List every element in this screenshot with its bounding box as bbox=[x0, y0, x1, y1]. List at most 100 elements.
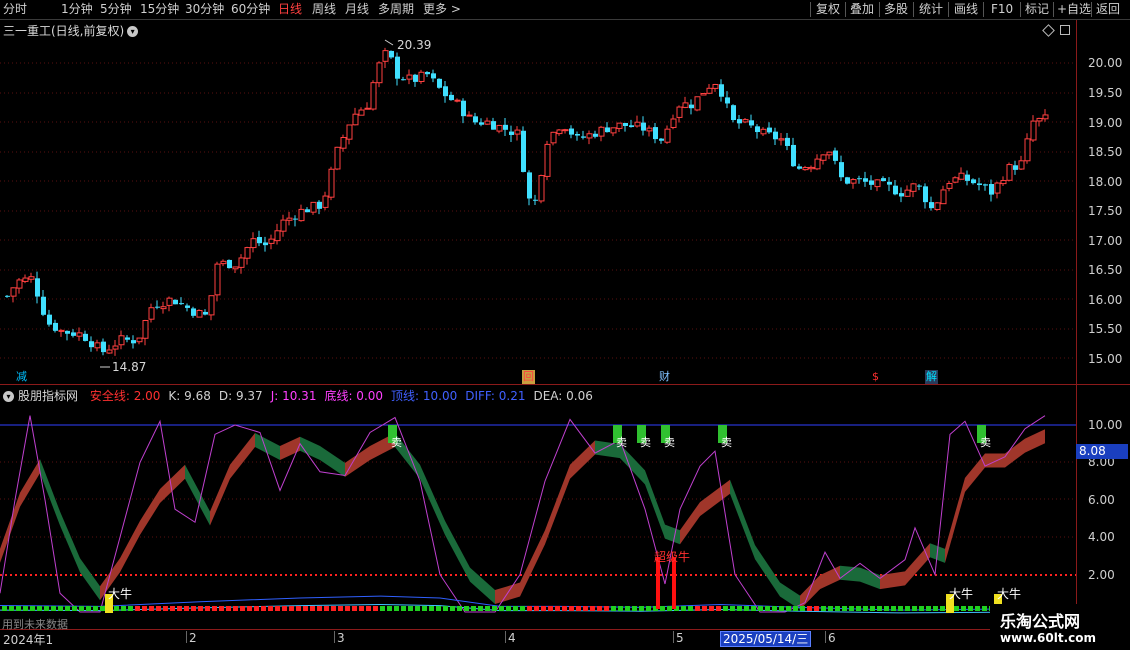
signal-cell bbox=[317, 606, 322, 611]
indicator-menu-icon[interactable]: ▾ bbox=[3, 391, 14, 402]
candle-body bbox=[893, 185, 898, 195]
candle-body bbox=[773, 131, 778, 140]
candle-body bbox=[76, 332, 83, 337]
date-tick-mark bbox=[334, 631, 335, 643]
candle-body bbox=[53, 322, 58, 331]
candle-body bbox=[431, 73, 436, 79]
candle-body bbox=[112, 345, 119, 350]
candle-body bbox=[1013, 165, 1018, 170]
signal-cell bbox=[695, 606, 700, 611]
candle-body bbox=[989, 184, 994, 195]
candle-body bbox=[593, 133, 598, 137]
candlestick-series bbox=[5, 47, 1049, 356]
indicator-name[interactable]: 股朋指标网 bbox=[18, 389, 78, 403]
event-marker-finance[interactable]: 财 bbox=[658, 370, 671, 384]
candle-body bbox=[527, 172, 532, 199]
signal-cell bbox=[443, 606, 448, 611]
candle-body bbox=[310, 201, 317, 213]
signal-cell bbox=[296, 606, 301, 611]
candle-body bbox=[503, 124, 508, 130]
signal-cell bbox=[93, 606, 98, 611]
signal-cell bbox=[758, 606, 763, 611]
candle-body bbox=[994, 182, 1001, 194]
candle-body bbox=[946, 183, 953, 189]
signal-cell bbox=[79, 606, 84, 611]
candle-body bbox=[376, 62, 383, 84]
signal-cell bbox=[114, 606, 119, 611]
ribbon-segment bbox=[345, 446, 370, 477]
candle-body bbox=[778, 138, 785, 141]
signal-cell bbox=[415, 606, 420, 611]
candle-body bbox=[550, 131, 557, 144]
signal-cell bbox=[604, 606, 609, 611]
signal-cell bbox=[898, 606, 903, 611]
extreme-pointers bbox=[100, 39, 394, 368]
signal-cell bbox=[919, 606, 924, 611]
ribbon-segment bbox=[520, 530, 545, 597]
candle-body bbox=[544, 143, 551, 177]
signal-cell bbox=[702, 606, 707, 611]
signal-cell bbox=[569, 606, 574, 611]
candle-body bbox=[263, 242, 268, 246]
candle-body bbox=[538, 175, 545, 202]
candle-body bbox=[694, 96, 701, 111]
signal-cell bbox=[254, 606, 259, 611]
signal-cell bbox=[765, 606, 770, 611]
candle-body bbox=[220, 260, 227, 265]
signal-cell bbox=[842, 606, 847, 611]
signal-cell bbox=[541, 606, 546, 611]
candle-body bbox=[910, 183, 917, 192]
signal-cell bbox=[408, 606, 413, 611]
candle-body bbox=[712, 83, 719, 89]
candle-body bbox=[214, 263, 221, 296]
indicator-value: 安全线: 2.00 bbox=[89, 389, 161, 403]
candle-body bbox=[797, 166, 802, 169]
event-marker-dividend[interactable]: $ bbox=[871, 370, 880, 384]
candle-body bbox=[364, 107, 371, 110]
signal-cell bbox=[905, 606, 910, 611]
candle-body bbox=[65, 330, 70, 334]
candle-body bbox=[191, 308, 196, 316]
signal-cell bbox=[30, 606, 35, 611]
candle-body bbox=[425, 72, 430, 75]
date-tick: 2 bbox=[189, 631, 197, 645]
ribbon-segment bbox=[700, 479, 730, 517]
indicator-tick: 6.00 bbox=[1088, 493, 1115, 507]
signal-cell bbox=[366, 606, 371, 611]
signal-cell bbox=[772, 606, 777, 611]
candle-body bbox=[610, 127, 617, 134]
candle-body bbox=[845, 177, 850, 184]
candle-body bbox=[869, 180, 874, 185]
candle-body bbox=[305, 209, 310, 213]
candle-body bbox=[148, 307, 155, 320]
event-marker-reduce[interactable]: 减 bbox=[15, 370, 28, 384]
candle-body bbox=[1006, 164, 1013, 181]
candle-body bbox=[94, 342, 101, 349]
signal-cell bbox=[786, 606, 791, 611]
candle-body bbox=[395, 56, 400, 79]
signal-cell bbox=[373, 606, 378, 611]
event-marker-unlock[interactable]: 解 bbox=[925, 370, 938, 384]
signal-cell bbox=[716, 606, 721, 611]
signal-cell bbox=[121, 606, 126, 611]
ribbon-segment bbox=[820, 565, 840, 590]
event-marker-buyback[interactable]: 回 bbox=[522, 370, 535, 384]
date-tick-mark bbox=[825, 631, 826, 643]
candle-body bbox=[958, 172, 965, 180]
signal-cell bbox=[156, 606, 161, 611]
candle-body bbox=[443, 86, 448, 97]
candle-body bbox=[437, 78, 442, 88]
watermark-title: 乐淘公式网 bbox=[1000, 612, 1081, 631]
signal-cell bbox=[926, 606, 931, 611]
ribbon-segment bbox=[280, 436, 300, 461]
candle-body bbox=[586, 133, 593, 139]
back-button[interactable]: 返回 bbox=[1096, 1, 1120, 18]
signal-cell bbox=[9, 606, 14, 611]
candle-body bbox=[917, 185, 922, 187]
ribbon-segment bbox=[255, 432, 280, 461]
ribbon-segment bbox=[905, 543, 930, 586]
signal-cell bbox=[891, 606, 896, 611]
price-tick: 18.00 bbox=[1088, 175, 1123, 189]
signal-cell bbox=[86, 606, 91, 611]
candle-body bbox=[850, 179, 857, 184]
